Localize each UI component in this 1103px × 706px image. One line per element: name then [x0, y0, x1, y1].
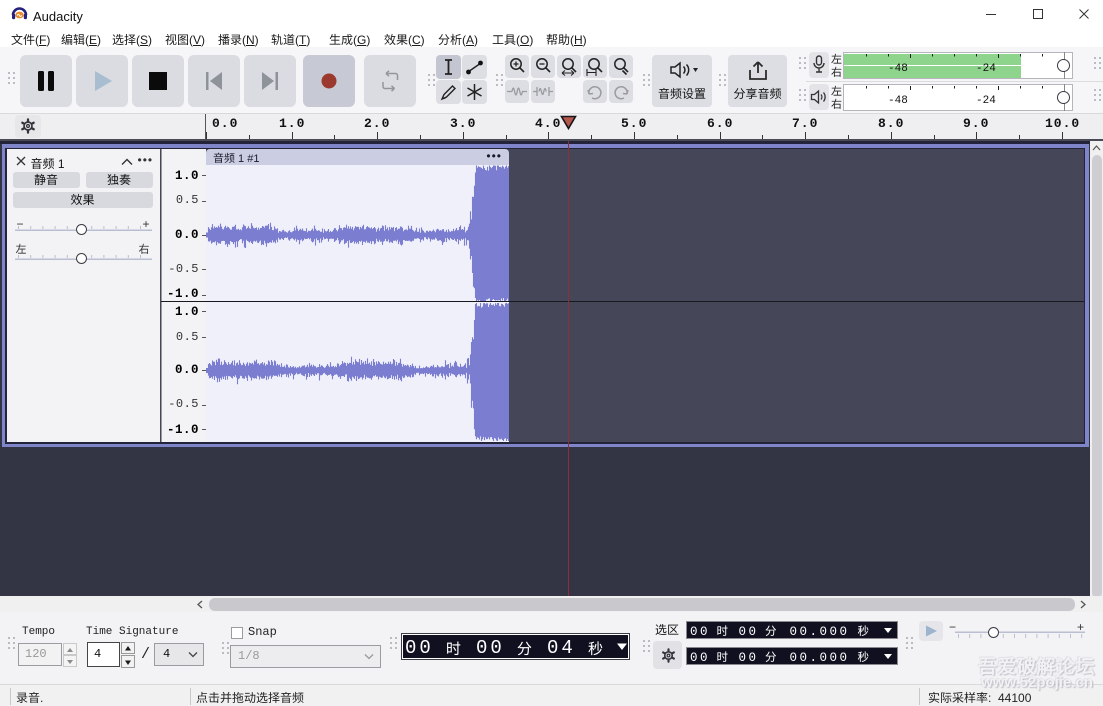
svg-text:-24: -24 — [976, 95, 996, 107]
svg-text:-48: -48 — [888, 63, 908, 75]
svg-text:-48: -48 — [888, 95, 908, 107]
svg-text:-24: -24 — [976, 63, 996, 75]
